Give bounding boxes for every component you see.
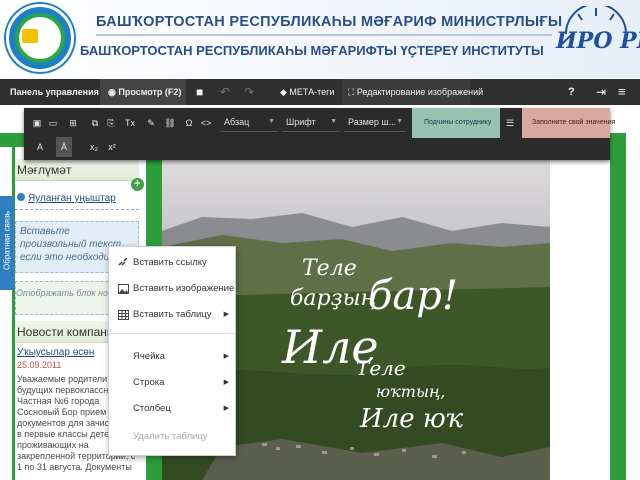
clear-format-icon[interactable]: Tx [122, 113, 138, 133]
tag-icon: ◆ [280, 87, 290, 97]
lettering-5: Теле [356, 356, 406, 380]
background-color-icon[interactable]: Ā [56, 137, 72, 157]
iro-brand-logo: ИРО РБ [556, 3, 640, 70]
redo-icon[interactable]: ↷ [244, 79, 254, 105]
frame-icon[interactable]: ▭ [46, 113, 60, 133]
chevron-right-icon: ▶ [223, 311, 229, 318]
dashed-divider [15, 209, 139, 210]
chevron-right-icon: ▶ [223, 353, 229, 360]
table-icon [118, 310, 129, 320]
copy-icon[interactable]: ⧉ [88, 113, 102, 133]
lettering-6: юҡтың, [376, 382, 445, 401]
link-icon [118, 258, 128, 266]
eye-icon: ◉ [108, 87, 119, 97]
logout-icon[interactable]: ⇥ [596, 79, 606, 105]
edit-images-button[interactable]: ⛶ Редактирование изображений [342, 79, 483, 105]
menu-item-label: Вставить изображение [133, 283, 235, 294]
table-icon[interactable]: ⊞ [64, 113, 82, 133]
lettering-4: бар! [368, 273, 458, 319]
paragraph-label: Абзац [224, 117, 250, 127]
preview-label: Просмотр (F2) [118, 87, 182, 97]
source-icon[interactable]: ▣ [30, 113, 44, 133]
save-icon[interactable]: ■ [196, 79, 212, 105]
text-color-icon[interactable]: A [32, 137, 48, 157]
header-divider [96, 34, 552, 36]
menu-item-label: Столбец [133, 403, 171, 414]
preview-button[interactable]: ◉ Просмотр (F2) [100, 79, 186, 105]
bullet-icon [17, 193, 25, 201]
image-icon [118, 284, 129, 294]
admin-top-bar: Панель управления ◉ Просмотр (F2) ■ ↶ ↷ … [0, 79, 640, 105]
book-icon [22, 29, 38, 43]
paste-icon[interactable]: ⎘ [104, 113, 118, 133]
rich-text-toolbar: ▣ ▭ ⊞ ⧉ ⎘ Tx ✎ ⛓ Ω <> Абзац ▼ Шрифт ▼ Разм… [24, 108, 615, 160]
achievements-link[interactable]: Яуланған уңыштар [17, 193, 137, 204]
menu-item-column[interactable]: Столбец ▶ [109, 397, 235, 421]
undo-icon[interactable]: ↶ [220, 79, 230, 105]
chevron-right-icon: ▶ [223, 405, 229, 412]
menu-item-label: Вставить ссылку [133, 257, 207, 268]
menu-item-label: Ячейка [133, 351, 166, 362]
news-item-date: 25.09.2011 [17, 360, 62, 370]
font-label: Шрифт [286, 117, 316, 127]
menu-separator [109, 333, 235, 334]
page-right-margin [626, 133, 640, 480]
edit-images-label: Редактирование изображений [356, 87, 484, 97]
context-menu: Вставить ссылку Вставить изображение Вст… [108, 246, 236, 456]
right-column [550, 147, 610, 480]
font-select[interactable]: Шрифт ▼ [282, 112, 340, 132]
menu-item-row[interactable]: Строка ▶ [109, 371, 235, 395]
page-left-margin [0, 105, 12, 480]
brand-text: ИРО РБ [556, 28, 640, 54]
header-institute-title: БАШҠОРТОСТАН РЕСПУБЛИКАҺЫ МӘҒАРИФТЫ ҮҪТЕ… [80, 43, 544, 58]
menu-item-insert-image[interactable]: Вставить изображение [109, 277, 235, 301]
news-item-link[interactable]: Уҡыусылар өсөн [17, 347, 94, 358]
font-size-select[interactable]: Размер ш... ▼ [344, 112, 406, 132]
chevron-down-icon: ▼ [268, 118, 275, 125]
fill-values-button[interactable]: Заполните свой значения [522, 108, 615, 138]
link-icon[interactable]: ⛓ [162, 113, 178, 133]
menu-item-label: Вставить таблицу [133, 309, 212, 320]
special-char-icon[interactable]: Ω [182, 113, 196, 133]
help-icon[interactable]: ? [568, 79, 582, 105]
meta-tags-button[interactable]: ◆ МЕТА-теги [280, 79, 334, 105]
subscript-icon[interactable]: x₂ [86, 137, 102, 157]
lettering-1: Теле [302, 256, 357, 281]
achievements-label: Яуланған уңыштар [28, 193, 116, 204]
site-header: БАШҠОРТОСТАН РЕСПУБЛИКАҺЫ МӘҒАРИФ МИНИСТ… [0, 0, 640, 78]
menu-item-insert-link[interactable]: Вставить ссылку [109, 251, 235, 275]
code-icon[interactable]: <> [198, 113, 214, 133]
employee-label: Подчины сотруднику [424, 119, 492, 126]
chevron-right-icon: ▶ [223, 379, 229, 386]
lettering-2: барҙың [290, 286, 376, 311]
edit-icon[interactable]: ✎ [144, 113, 158, 133]
feedback-label: Обратная связь [2, 211, 12, 270]
fill-values-label: Заполните свой значения [532, 119, 616, 126]
header-ministry-title: БАШҠОРТОСТАН РЕСПУБЛИКАҺЫ МӘҒАРИФ МИНИСТ… [96, 14, 563, 30]
ministry-logo [6, 4, 74, 72]
menu-item-label: Удалить таблицу [133, 431, 208, 442]
info-heading: Мәғлүмәт [15, 159, 139, 181]
control-panel-link[interactable]: Панель управления [10, 79, 99, 105]
menu-item-delete-table: Удалить таблицу [109, 425, 235, 449]
menu-icon[interactable]: ≡ [618, 79, 626, 105]
align-left-icon[interactable]: ☰ [504, 113, 516, 133]
feedback-tab[interactable]: Обратная связь [0, 196, 14, 290]
font-size-label: Размер ш... [348, 117, 397, 127]
superscript-icon[interactable]: x² [104, 137, 120, 157]
lettering-7: Иле юҡ [359, 404, 464, 434]
chevron-down-icon: ▼ [396, 118, 403, 125]
chevron-down-icon: ▼ [330, 118, 337, 125]
menu-item-cell[interactable]: Ячейка ▶ [109, 345, 235, 369]
add-block-icon[interactable]: + [131, 178, 144, 191]
menu-item-label: Строка [133, 377, 165, 388]
paragraph-select[interactable]: Абзац ▼ [220, 112, 278, 132]
crop-icon: ⛶ [348, 87, 357, 97]
green-frame-right [610, 133, 626, 480]
menu-item-insert-table[interactable]: Вставить таблицу ▶ [109, 303, 235, 327]
employee-button[interactable]: Подчины сотруднику [412, 108, 500, 138]
meta-label: МЕТА-теги [289, 87, 335, 97]
